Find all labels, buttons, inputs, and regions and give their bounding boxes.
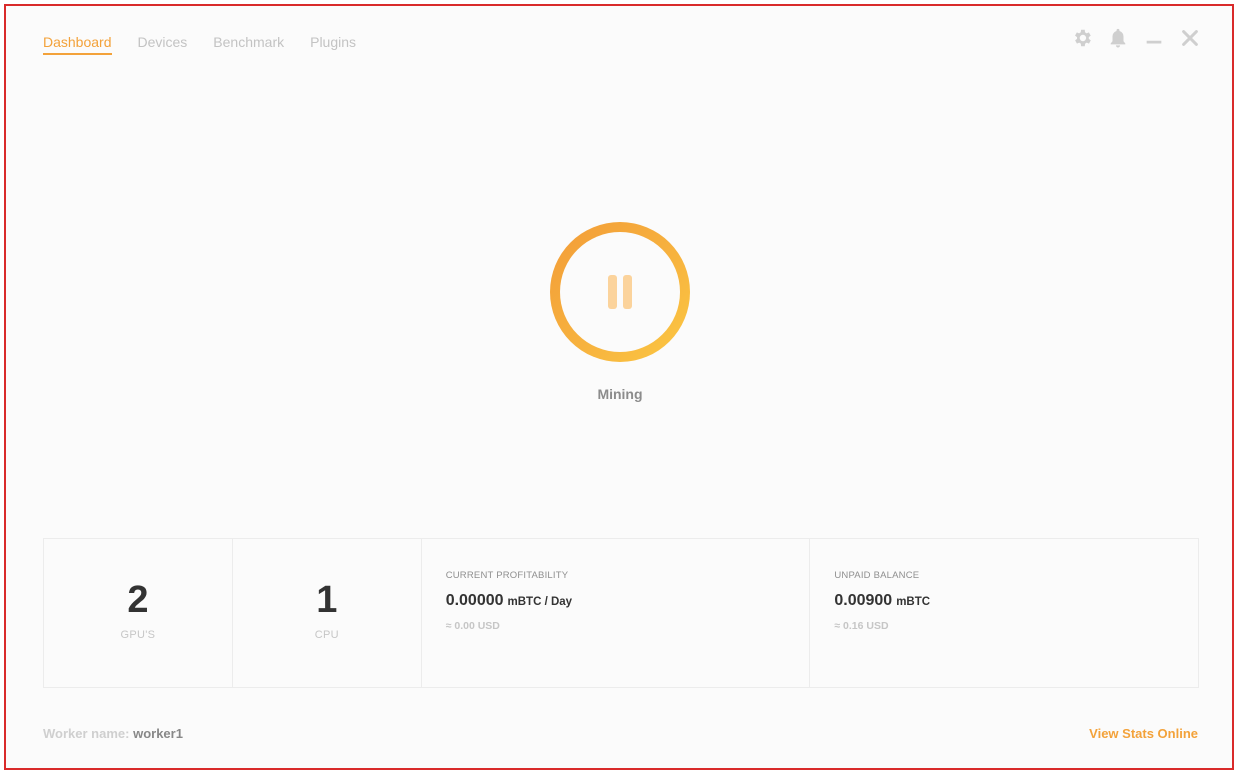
balance-title: UNPAID BALANCE bbox=[834, 570, 920, 581]
worker-name: worker1 bbox=[133, 726, 183, 741]
tab-devices[interactable]: Devices bbox=[138, 34, 188, 55]
tab-dashboard[interactable]: Dashboard bbox=[43, 34, 112, 55]
view-stats-online-link[interactable]: View Stats Online bbox=[1089, 726, 1198, 741]
app-window: Dashboard Devices Benchmark Plugins Mini… bbox=[4, 4, 1234, 770]
gear-icon[interactable] bbox=[1070, 26, 1094, 50]
mining-toggle[interactable] bbox=[550, 222, 690, 362]
tab-benchmark[interactable]: Benchmark bbox=[213, 34, 284, 55]
minimize-icon[interactable] bbox=[1142, 26, 1166, 50]
profitability-title: CURRENT PROFITABILITY bbox=[445, 570, 569, 581]
balance-value: 0.00900 mBTC bbox=[834, 592, 930, 610]
cpu-count-box: 1 CPU bbox=[233, 539, 422, 687]
worker-label: Worker name: bbox=[43, 726, 130, 741]
close-icon[interactable] bbox=[1178, 26, 1202, 50]
pause-icon bbox=[560, 232, 680, 352]
profitability-value: 0.00000 mBTC / Day bbox=[446, 592, 572, 610]
mining-ring[interactable] bbox=[550, 222, 690, 362]
window-controls bbox=[1058, 26, 1202, 50]
balance-usd: ≈ 0.16 USD bbox=[834, 620, 889, 632]
balance-box: UNPAID BALANCE 0.00900 mBTC ≈ 0.16 USD bbox=[810, 539, 1198, 687]
mining-status-label: Mining bbox=[597, 386, 643, 402]
stats-panel: 2 GPU'S 1 CPU CURRENT PROFITABILITY 0.00… bbox=[43, 538, 1199, 688]
balance-amount: 0.00900 bbox=[834, 592, 893, 609]
bell-icon[interactable] bbox=[1106, 26, 1130, 50]
top-nav: Dashboard Devices Benchmark Plugins bbox=[43, 34, 382, 55]
profitability-amount: 0.00000 bbox=[445, 592, 504, 609]
gpu-caption: GPU'S bbox=[120, 629, 156, 641]
worker-info: Worker name: worker1 bbox=[43, 726, 183, 741]
balance-unit: mBTC bbox=[896, 596, 931, 608]
gpu-count-box: 2 GPU'S bbox=[44, 539, 233, 687]
cpu-caption: CPU bbox=[314, 629, 339, 641]
profitability-unit: mBTC / Day bbox=[507, 596, 573, 608]
profitability-usd: ≈ 0.00 USD bbox=[445, 620, 500, 632]
profitability-box: CURRENT PROFITABILITY 0.00000 mBTC / Day … bbox=[422, 539, 811, 687]
tab-plugins[interactable]: Plugins bbox=[310, 34, 356, 55]
gpu-count: 2 bbox=[127, 579, 149, 621]
cpu-count: 1 bbox=[316, 579, 338, 621]
